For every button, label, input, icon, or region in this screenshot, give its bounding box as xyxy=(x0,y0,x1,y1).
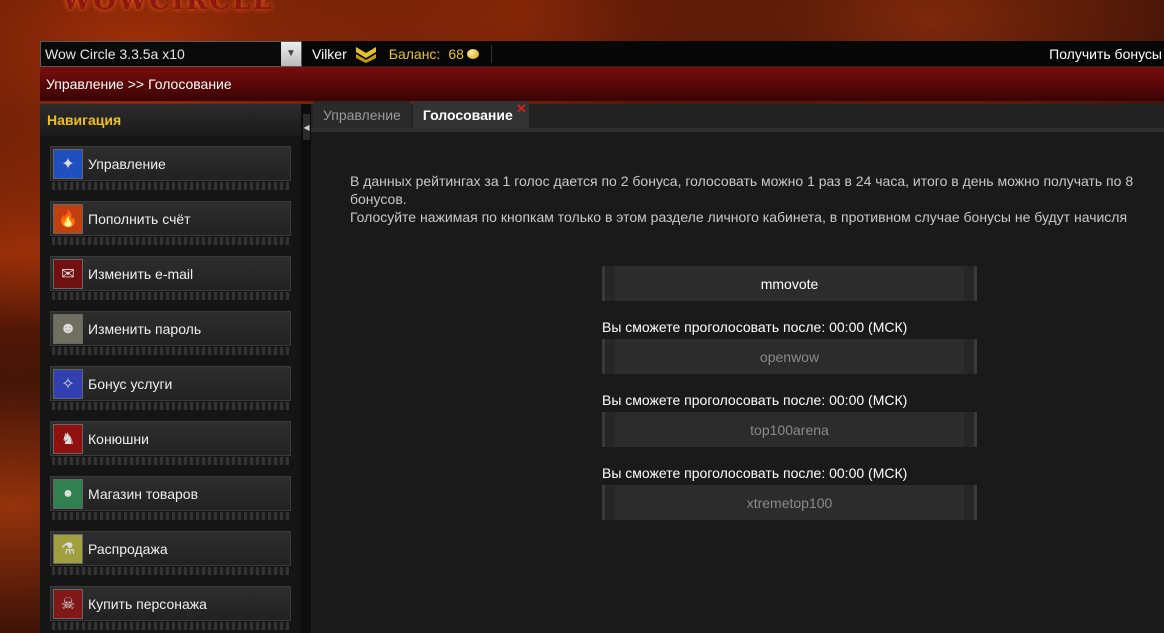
top-bar: Wow Circle 3.3.5a x10 ▼ Vilker Баланс: 6… xyxy=(40,40,1164,67)
vote-button[interactable]: xtremetop100 xyxy=(602,485,977,520)
sidebar-item[interactable]: ☻ Изменить пароль xyxy=(50,311,291,346)
mask-icon: ☻ xyxy=(53,313,83,344)
divider xyxy=(52,512,289,520)
sidebar-item-label: Управление xyxy=(88,155,166,172)
fire-icon: 🔥 xyxy=(53,203,83,234)
bonus-icon: ✧ xyxy=(53,368,83,399)
sidebar-item[interactable]: ⚗ Распродажа xyxy=(50,531,291,566)
rank-chevrons-icon xyxy=(355,46,376,63)
info-line: Голосуйте нажимая по кнопкам только в эт… xyxy=(350,209,1128,225)
divider xyxy=(52,237,289,245)
sidebar-splitter[interactable]: ◀ xyxy=(301,104,311,633)
vote-button-label: top100arena xyxy=(615,412,964,447)
divider xyxy=(490,44,492,63)
main-panel: Управление Голосование ✕ В данных рейтин… xyxy=(311,101,1164,633)
mount-icon: ♞ xyxy=(53,423,83,454)
balance-value: 68 xyxy=(448,45,464,62)
sidebar-item[interactable]: ✉ Изменить e-mail xyxy=(50,256,291,291)
divider xyxy=(52,622,289,630)
vote-button-label: openwow xyxy=(615,339,964,374)
sidebar-item-label: Магазин товаров xyxy=(88,485,199,502)
divider xyxy=(52,402,289,410)
sidebar-item[interactable]: 🔥 Пополнить счёт xyxy=(50,201,291,236)
breadcrumb: Управление >> Голосование xyxy=(40,67,1164,101)
sidebar-item[interactable]: ✧ Бонус услуги xyxy=(50,366,291,401)
control-icon: ✦ xyxy=(53,148,83,179)
site-logo: WOWCIRCLE xyxy=(62,0,275,16)
sidebar-item-label: Пополнить счёт xyxy=(88,210,191,227)
divider xyxy=(52,347,289,355)
tab-strip: Управление Голосование ✕ xyxy=(311,101,1164,132)
breadcrumb-root[interactable]: Управление >> xyxy=(46,76,144,92)
info-text: В данных рейтингах за 1 голос дается по … xyxy=(350,172,1164,226)
vote-wait-note: Вы сможете проголосовать после: 00:00 (М… xyxy=(602,319,908,335)
coin-icon xyxy=(466,48,479,59)
sidebar-item-label: Изменить пароль xyxy=(88,320,202,337)
breadcrumb-current: Голосование xyxy=(148,76,232,92)
sidebar-item-label: Распродажа xyxy=(88,540,168,557)
chevron-down-icon[interactable]: ▼ xyxy=(281,41,301,66)
potion-icon: ⚗ xyxy=(53,533,83,564)
sidebar-item[interactable]: ♞ Конюшни xyxy=(50,421,291,456)
tab-voting[interactable]: Голосование ✕ xyxy=(412,101,529,128)
vote-button[interactable]: mmovote xyxy=(602,266,977,301)
orb-icon: ● xyxy=(53,478,83,509)
vote-button-label: xtremetop100 xyxy=(615,485,964,520)
realm-select[interactable]: Wow Circle 3.3.5a x10 ▼ xyxy=(40,40,302,67)
vote-button[interactable]: openwow xyxy=(602,339,977,374)
tab-label: Управление xyxy=(323,106,401,123)
vote-button-label: mmovote xyxy=(615,266,964,301)
info-line: бонусов. xyxy=(350,191,407,207)
collapse-arrow-icon[interactable]: ◀ xyxy=(303,114,310,140)
vote-wait-note: Вы сможете проголосовать после: 00:00 (М… xyxy=(602,465,908,481)
sidebar-item[interactable]: ● Магазин товаров xyxy=(50,476,291,511)
sidebar-item[interactable]: ✦ Управление xyxy=(50,146,291,181)
balance-label: Баланс: xyxy=(388,45,441,62)
close-icon[interactable]: ✕ xyxy=(516,101,527,117)
demon-icon: ☠ xyxy=(53,588,83,619)
sidebar: Навигация ✦ Управление 🔥 Пополнить счёт ✉ Изм… xyxy=(40,104,301,633)
tab-label: Голосование xyxy=(422,106,513,123)
sidebar-item[interactable]: ☠ Купить персонажа xyxy=(50,586,291,621)
divider xyxy=(52,182,289,190)
vote-button[interactable]: top100arena xyxy=(602,412,977,447)
sidebar-item-label: Купить персонажа xyxy=(88,595,207,612)
divider xyxy=(52,567,289,575)
divider xyxy=(52,457,289,465)
realm-select-value: Wow Circle 3.3.5a x10 xyxy=(45,45,185,62)
sidebar-item-label: Бонус услуги xyxy=(88,375,173,392)
mail-icon: ✉ xyxy=(53,258,83,289)
sidebar-item-label: Изменить e-mail xyxy=(88,265,194,282)
divider xyxy=(52,292,289,300)
info-line: В данных рейтингах за 1 голос дается по … xyxy=(350,173,1134,189)
get-bonus-link[interactable]: Получить бонусы xyxy=(1049,46,1162,62)
tab-control[interactable]: Управление xyxy=(313,101,411,128)
sidebar-item-label: Конюшни xyxy=(88,430,149,447)
vote-wait-note: Вы сможете проголосовать после: 00:00 (М… xyxy=(602,392,908,408)
sidebar-title: Навигация xyxy=(40,104,301,136)
user-name[interactable]: Vilker xyxy=(312,46,347,62)
